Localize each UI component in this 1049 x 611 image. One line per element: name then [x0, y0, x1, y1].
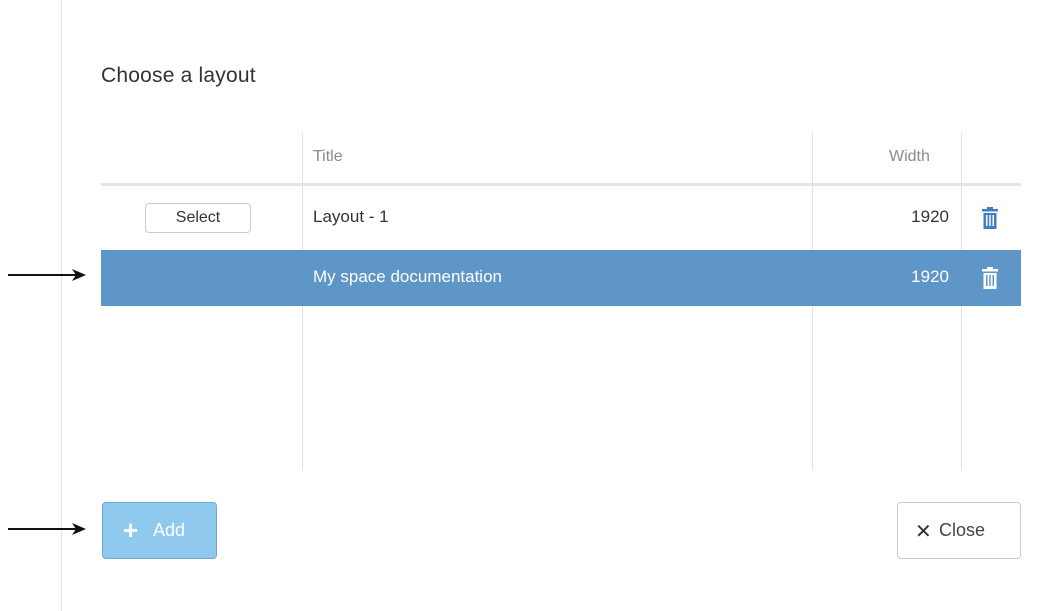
layout-dialog: Choose a layout Title Width Select Layou…	[0, 0, 1049, 611]
row-title: Layout - 1	[313, 207, 389, 226]
header-divider	[101, 183, 1021, 186]
table-row-selected[interactable]: My space documentation 1920	[101, 250, 1021, 306]
annotation-arrow-icon	[8, 269, 86, 281]
trash-icon[interactable]	[980, 267, 1000, 289]
plus-icon: +	[123, 515, 139, 545]
close-icon: ✕	[915, 521, 932, 543]
select-button[interactable]: Select	[145, 203, 251, 233]
close-button-label: Close	[939, 520, 986, 540]
trash-icon[interactable]	[980, 207, 1000, 229]
close-button[interactable]: ✕ Close	[897, 502, 1021, 559]
panel-border	[61, 0, 62, 611]
dialog-title: Choose a layout	[101, 64, 256, 87]
annotation-arrow-icon	[8, 523, 86, 535]
column-header-title: Title	[313, 148, 343, 165]
row-width: 1920	[911, 267, 949, 286]
add-button[interactable]: + Add	[102, 502, 217, 559]
table-row[interactable]: Select Layout - 1 1920	[101, 190, 1021, 246]
row-width: 1920	[911, 207, 949, 226]
row-title: My space documentation	[313, 267, 502, 286]
column-header-width: Width	[889, 148, 930, 165]
add-button-label: Add	[153, 520, 186, 540]
